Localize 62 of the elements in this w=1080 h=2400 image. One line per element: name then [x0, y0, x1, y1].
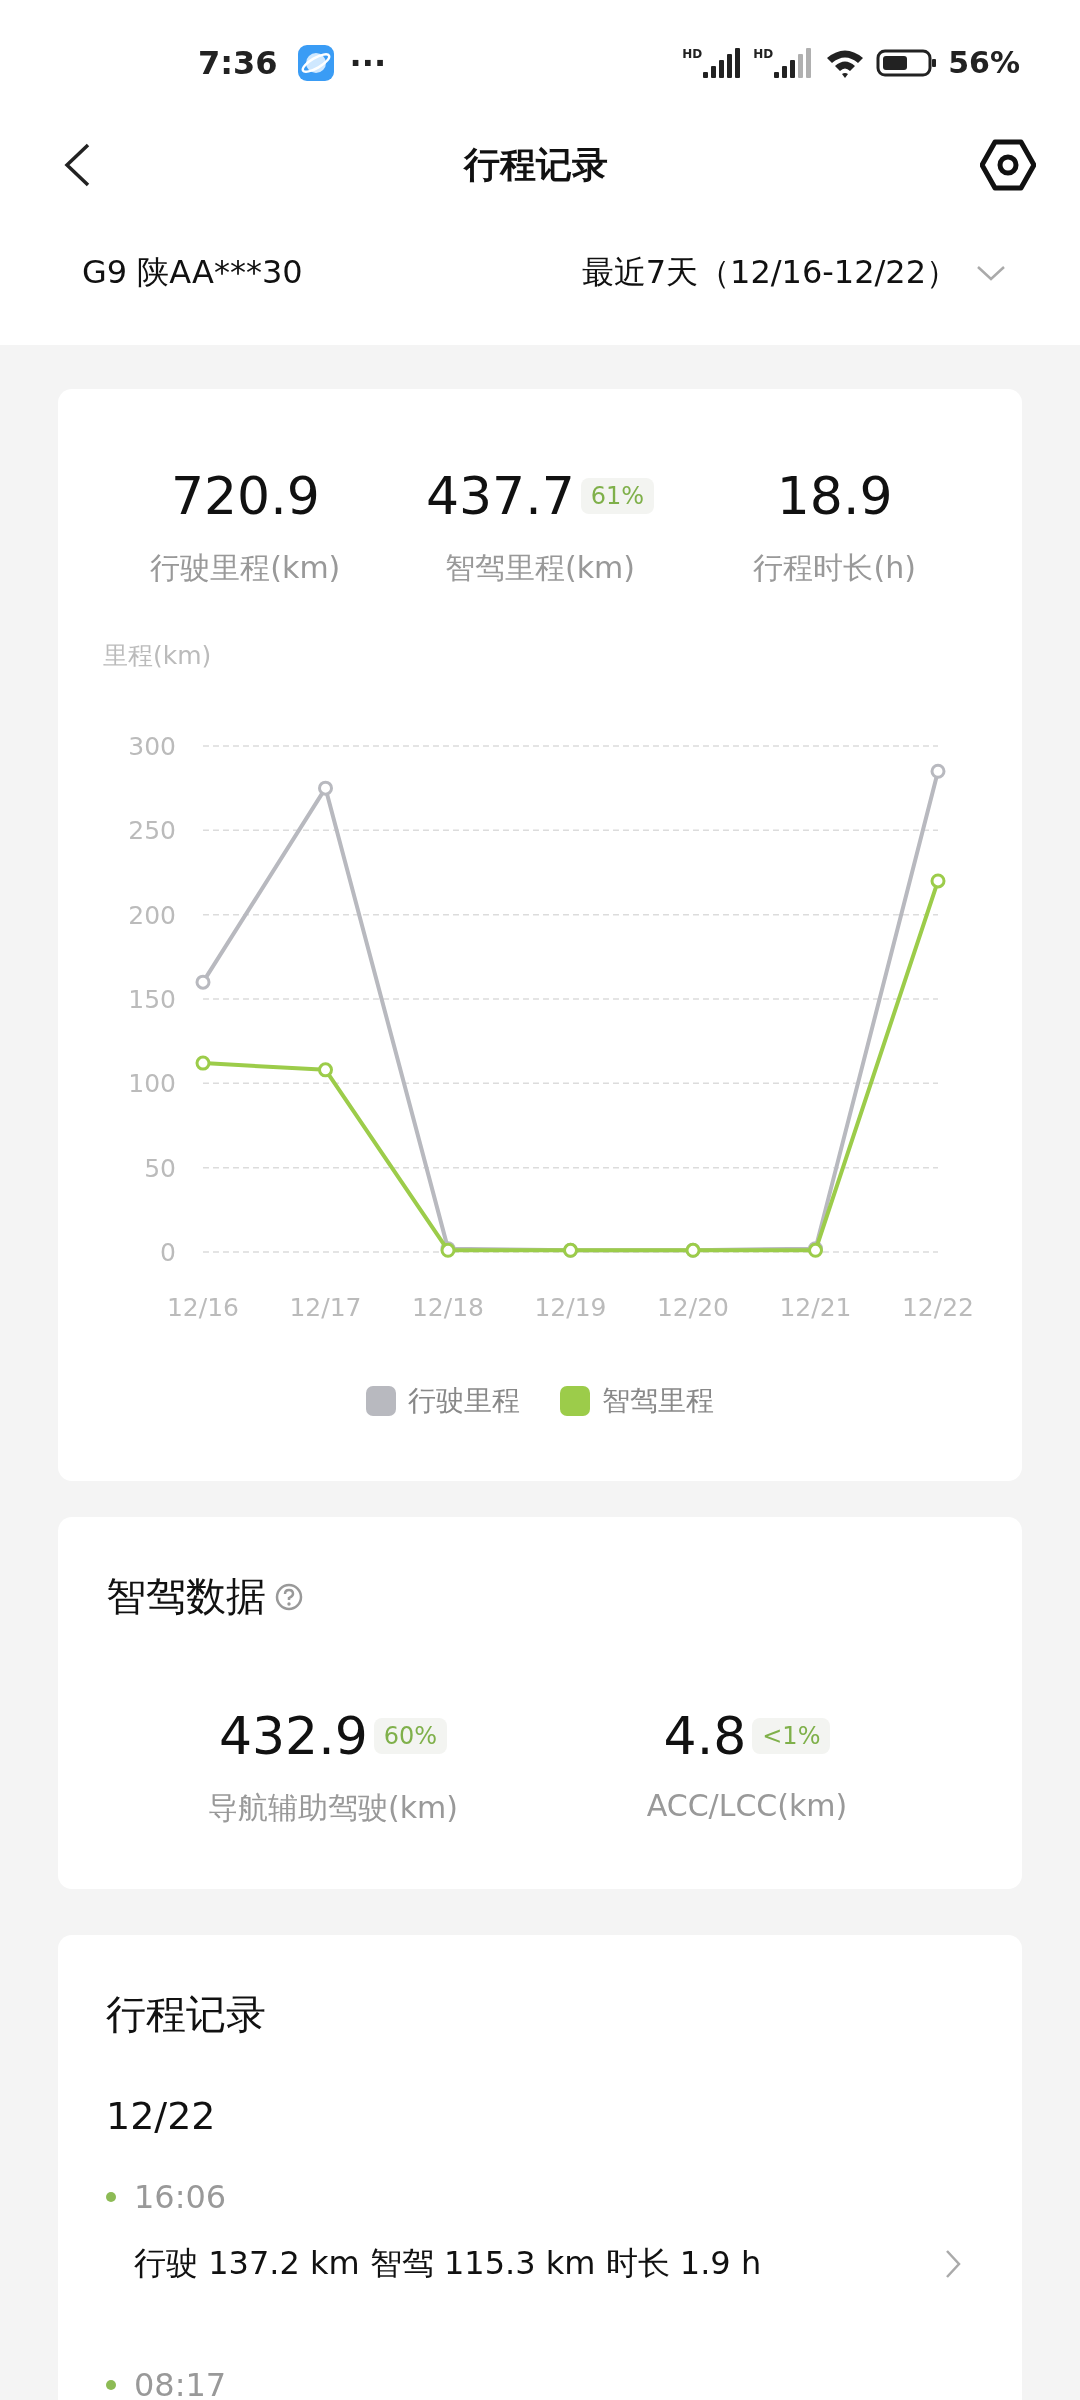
- data-point: [685, 1242, 701, 1258]
- stat-value: 432.9: [218, 1705, 368, 1768]
- data-point: [563, 1242, 578, 1258]
- y-tick-label: 150: [128, 985, 176, 1014]
- y-tick-label: 300: [128, 732, 176, 761]
- chevron-right-icon: [944, 2248, 962, 2280]
- percent-tag: 60%: [373, 1718, 448, 1754]
- section-title: 智驾数据: [106, 1572, 266, 1621]
- stat-label: 行驶里程(km): [150, 549, 341, 587]
- vehicle-name[interactable]: G9 陕AA***30: [82, 251, 303, 295]
- date-range-dropdown[interactable]: 最近7天（12/16-12/22）: [581, 251, 1006, 295]
- trip-summary: 行驶 137.2 km 智驾 115.3 km 时长 1.9 h: [134, 2243, 762, 2284]
- chevron-down-icon: [976, 264, 1006, 282]
- x-tick-label: 12/18: [412, 1293, 484, 1322]
- data-point: [195, 1055, 211, 1071]
- stat-label: 智驾里程(km): [445, 549, 635, 587]
- trip-date: 12/22: [106, 2094, 217, 2138]
- data-point: [318, 1062, 333, 1078]
- stat-label: 导航辅助驾驶(km): [208, 1789, 458, 1827]
- data-point: [318, 780, 333, 796]
- legend-label: 行驶里程: [408, 1383, 520, 1419]
- page-title: 行程记录: [464, 142, 608, 187]
- data-point: [440, 1242, 456, 1258]
- browser-app-icon: [297, 44, 334, 81]
- trip-time: 08:17: [134, 2366, 227, 2400]
- y-axis-title: 里程(km): [103, 640, 213, 672]
- stat-value: 437.7: [425, 465, 575, 528]
- hd-label: HD: [682, 47, 703, 60]
- battery-percent: 56%: [948, 45, 1020, 80]
- stat-value: 720.9: [170, 465, 320, 528]
- data-point: [930, 763, 946, 779]
- data-point: [808, 1242, 823, 1258]
- hd-label: HD: [753, 47, 774, 60]
- battery-icon: [876, 47, 939, 78]
- section-title: 行程记录: [106, 1990, 267, 2039]
- x-tick-label: 12/21: [779, 1293, 852, 1322]
- stat-value: 4.8: [663, 1705, 747, 1768]
- more-notifications: ···: [349, 43, 387, 82]
- x-tick-label: 12/16: [167, 1293, 239, 1322]
- help-icon[interactable]: [274, 1581, 304, 1612]
- timeline-dot: [106, 2192, 116, 2202]
- legend-label: 智驾里程: [602, 1383, 714, 1419]
- y-tick-label: 200: [128, 900, 176, 930]
- x-tick-label: 12/20: [657, 1293, 729, 1322]
- data-point: [930, 873, 946, 889]
- y-tick-label: 250: [128, 816, 176, 846]
- y-tick-label: 50: [144, 1153, 176, 1183]
- percent-tag: <1%: [752, 1718, 831, 1754]
- timeline-dot: [106, 2380, 116, 2390]
- data-point: [195, 974, 211, 990]
- stat-value: 18.9: [776, 465, 893, 528]
- stat-label: 行程时长(h): [753, 549, 916, 587]
- trip-time: 16:06: [134, 2178, 227, 2216]
- percent-tag: 61%: [580, 478, 655, 514]
- status-time: 7:36: [198, 43, 279, 82]
- y-tick-label: 0: [160, 1238, 176, 1267]
- x-tick-label: 12/17: [289, 1293, 362, 1322]
- y-tick-label: 100: [128, 1069, 176, 1099]
- x-tick-label: 12/22: [902, 1293, 974, 1322]
- trip-row[interactable]: 行驶 137.2 km 智驾 115.3 km 时长 1.9 h: [106, 2216, 974, 2326]
- stat-label: ACC/LCC(km): [646, 1788, 848, 1823]
- x-tick-label: 12/19: [534, 1293, 607, 1322]
